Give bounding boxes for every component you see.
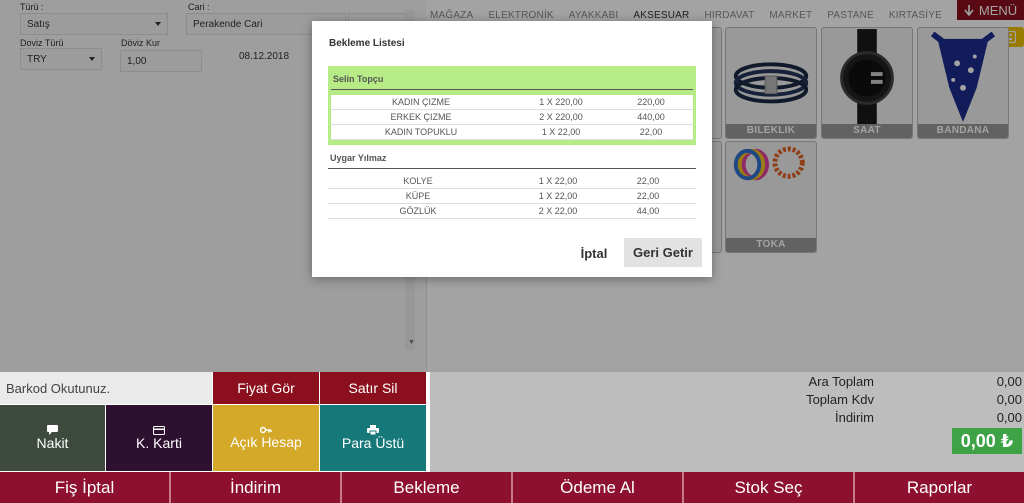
indirim-value: 0,00: [996, 410, 1022, 425]
para-ustu-label: Para Üstü: [341, 435, 405, 451]
list-item[interactable]: GÖZLÜK 2 X 22,00 44,00: [328, 204, 696, 219]
totals-panel: Ara Toplam 0,00 Toplam Kdv 0,00 İndirim …: [430, 372, 1024, 472]
fiyat-gor-label: Fiyat Gör: [237, 380, 295, 396]
bekleme-listesi-modal: Bekleme Listesi Selin Topçu KADIN ÇIZME …: [312, 21, 712, 277]
print-icon: [367, 425, 379, 435]
indirim-button[interactable]: İndirim: [171, 472, 342, 503]
item-total: 22,00: [636, 191, 660, 201]
indirim-label: İndirim: [834, 410, 874, 425]
fis-iptal-button[interactable]: Fiş İptal: [0, 472, 171, 503]
satir-sil-label: Satır Sil: [348, 380, 398, 396]
bekleme-button[interactable]: Bekleme: [342, 472, 513, 503]
acik-hesap-button[interactable]: Açık Hesap: [213, 405, 319, 471]
chat-icon: [47, 425, 58, 435]
nakit-label: Nakit: [36, 435, 69, 451]
item-total: 220,00: [637, 97, 665, 107]
item-name: KÜPE: [405, 191, 431, 201]
list-item[interactable]: ERKEK ÇIZME 2 X 220,00 440,00: [331, 110, 693, 125]
stok-sec-button[interactable]: Stok Seç: [684, 472, 855, 503]
waiting-group-uygar[interactable]: Uygar Yılmaz KOLYE 1 X 22,00 22,00 KÜPE …: [328, 145, 696, 219]
k-karti-button[interactable]: K. Karti: [106, 405, 212, 471]
para-ustu-button[interactable]: Para Üstü: [320, 405, 426, 471]
item-qty: 2 X 220,00: [539, 112, 583, 122]
restore-button[interactable]: Geri Getir: [624, 238, 702, 267]
cancel-button[interactable]: İptal: [574, 239, 614, 267]
raporlar-button[interactable]: Raporlar: [855, 472, 1024, 503]
list-item[interactable]: KOLYE 1 X 22,00 22,00: [328, 174, 696, 189]
item-total: 440,00: [637, 112, 665, 122]
nakit-button[interactable]: Nakit: [0, 405, 105, 471]
group-customer-name: Uygar Yılmaz: [328, 145, 696, 169]
item-total: 44,00: [636, 206, 660, 216]
odeme-al-button[interactable]: Ödeme Al: [513, 472, 684, 503]
acik-hesap-label: Açık Hesap: [230, 434, 302, 450]
item-qty: 1 X 220,00: [539, 97, 583, 107]
item-name: GÖZLÜK: [399, 206, 437, 216]
item-qty: 1 X 22,00: [541, 127, 581, 137]
list-item[interactable]: KADIN TOPUKLU 1 X 22,00 22,00: [331, 125, 693, 140]
k-karti-label: K. Karti: [136, 434, 182, 451]
barcode-placeholder: Barkod Okutunuz.: [6, 381, 111, 396]
bottom-action-bar: Fiş İptal İndirim Bekleme Ödeme Al Stok …: [0, 472, 1024, 503]
credit-card-icon: [153, 425, 165, 435]
grand-total: 0,00 ₺: [952, 428, 1022, 454]
list-item[interactable]: KÜPE 1 X 22,00 22,00: [328, 189, 696, 204]
group-items: KOLYE 1 X 22,00 22,00 KÜPE 1 X 22,00 22,…: [328, 174, 696, 219]
item-qty: 2 X 22,00: [538, 206, 578, 216]
item-total: 22,00: [639, 127, 663, 137]
barcode-input[interactable]: Barkod Okutunuz.: [0, 372, 212, 404]
ara-toplam-label: Ara Toplam: [808, 374, 874, 389]
key-icon: [260, 426, 272, 434]
item-name: KADIN ÇIZME: [391, 97, 450, 107]
fiyat-gor-button[interactable]: Fiyat Gör: [213, 372, 319, 404]
item-name: KADIN TOPUKLU: [384, 127, 458, 137]
item-total: 22,00: [636, 176, 660, 186]
list-item[interactable]: KADIN ÇIZME 1 X 220,00 220,00: [331, 95, 693, 110]
item-name: ERKEK ÇIZME: [390, 112, 452, 122]
ara-toplam-value: 0,00: [996, 374, 1022, 389]
group-customer-name: Selin Topçu: [331, 66, 693, 90]
toplam-kdv-value: 0,00: [996, 392, 1022, 407]
item-qty: 1 X 22,00: [538, 191, 578, 201]
satir-sil-button[interactable]: Satır Sil: [320, 372, 426, 404]
modal-title: Bekleme Listesi: [329, 38, 405, 49]
group-items: KADIN ÇIZME 1 X 220,00 220,00 ERKEK ÇIZM…: [331, 95, 693, 140]
toplam-kdv-label: Toplam Kdv: [806, 392, 874, 407]
item-name: KOLYE: [403, 176, 433, 186]
item-qty: 1 X 22,00: [538, 176, 578, 186]
waiting-group-selin[interactable]: Selin Topçu KADIN ÇIZME 1 X 220,00 220,0…: [328, 66, 696, 145]
